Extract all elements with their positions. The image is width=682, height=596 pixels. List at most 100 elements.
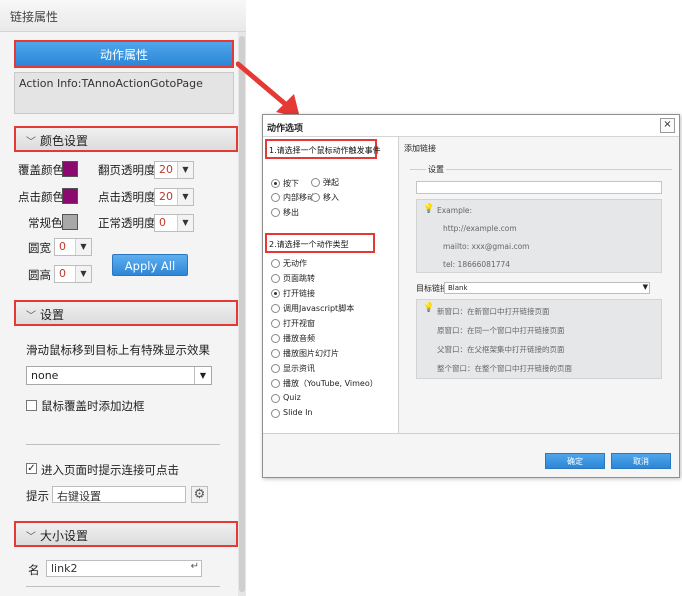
chevron-down-icon[interactable]: ▼ (75, 239, 91, 255)
click-opacity-select[interactable]: 20 ▼ (154, 188, 194, 206)
click-opacity-value: 20 (159, 190, 173, 203)
action-radio-javascript[interactable] (271, 304, 280, 313)
action-label: Slide In (283, 408, 313, 417)
hint-label: 提示 (26, 489, 49, 503)
color-section-header[interactable]: ﹀ 颜色设置 (14, 126, 238, 152)
name-input[interactable]: link2 ↵ (46, 560, 202, 577)
chevron-down-icon[interactable]: ▼ (177, 162, 193, 178)
normal-color-swatch[interactable] (62, 214, 78, 230)
radius-height-value: 0 (59, 267, 66, 280)
hover-effect-select[interactable]: none ▼ (26, 366, 212, 385)
fieldset-label: 设置 (426, 164, 446, 175)
panel-title: 链接属性 (0, 0, 246, 32)
chevron-down-icon[interactable]: ▼ (194, 367, 211, 384)
divider (26, 444, 220, 445)
trigger-label-press: 按下 (283, 179, 299, 188)
action-radio-goto-page[interactable] (271, 274, 280, 283)
action-radio-slideshow[interactable] (271, 349, 280, 358)
hint-input[interactable]: 右键设置 (52, 486, 186, 503)
chevron-down-icon[interactable]: ▼ (177, 189, 193, 205)
radius-height-select[interactable]: 0 ▼ (54, 265, 92, 283)
border-on-hover-label: 鼠标覆盖时添加边框 (41, 399, 145, 413)
action-radio-slide-in[interactable] (271, 409, 280, 418)
gear-icon[interactable]: ⚙ (191, 486, 208, 503)
target-description: 父窗口：在父框架集中打开链接的页面 (437, 345, 565, 354)
border-on-hover-checkbox[interactable] (26, 400, 37, 411)
trigger-label-enter: 移入 (323, 193, 339, 202)
normal-opacity-label: 正常透明度 (98, 216, 156, 230)
target-link-value: Blank (448, 284, 468, 292)
name-value: link2 (51, 562, 78, 575)
show-clickable-label: 进入页面时提示连接可点击 (41, 463, 179, 477)
action-info: Action Info:TAnnoActionGotoPage (14, 72, 234, 114)
trigger-label-release: 弹起 (323, 178, 339, 187)
action-label: 显示资讯 (283, 364, 315, 373)
color-section-title: 颜色设置 (40, 134, 89, 148)
normal-opacity-select[interactable]: 0 ▼ (154, 214, 194, 232)
action-label: 无动作 (283, 259, 307, 268)
enter-icon: ↵ (190, 561, 199, 572)
action-label: 播放（YouTube, Vimeo） (283, 379, 378, 388)
click-opacity-label: 点击透明度 (98, 190, 156, 204)
dialog-right-pane: 添加链接 设置 💡 Example: http://example.com ma… (400, 137, 679, 433)
trigger-heading: 1.请选择一个鼠标动作触发事件 (265, 139, 381, 159)
chevron-down-icon[interactable]: ▼ (643, 283, 648, 291)
trigger-radio-release[interactable] (311, 178, 320, 187)
target-description: 原窗口：在同一个窗口中打开链接页面 (437, 326, 565, 335)
dialog-footer: 确定 取消 (263, 433, 679, 477)
action-radio-audio[interactable] (271, 334, 280, 343)
trigger-radio-move-inside[interactable] (271, 193, 280, 202)
example-item: tel: 18666081774 (443, 260, 511, 269)
action-radio-none[interactable] (271, 259, 280, 268)
show-clickable-checkbox[interactable]: ✓ (26, 463, 37, 474)
hover-effect-label: 滑动鼠标移到目标上有特殊显示效果 (26, 343, 210, 357)
example-label: Example: (437, 206, 473, 215)
close-icon[interactable]: × (660, 118, 675, 133)
name-label: 名 (28, 563, 40, 577)
target-description: 新窗口：在新窗口中打开链接页面 (437, 307, 550, 316)
trigger-label-leave: 移出 (283, 208, 299, 217)
action-radio-info[interactable] (271, 364, 280, 373)
chevron-down-icon: ﹀ (26, 311, 36, 322)
trigger-radio-enter[interactable] (311, 193, 320, 202)
radius-width-label: 圆宽 (28, 241, 51, 255)
normal-color-label: 常规色 (28, 216, 63, 230)
action-radio-open-window[interactable] (271, 319, 280, 328)
radius-width-select[interactable]: 0 ▼ (54, 238, 92, 256)
action-label: 播放图片幻灯片 (283, 349, 339, 358)
dialog-title: 动作选项 (263, 115, 679, 137)
size-section-header[interactable]: ﹀ 大小设置 (14, 521, 238, 547)
action-label: 打开链接 (283, 289, 315, 298)
action-label: 调用Javascript脚本 (283, 304, 355, 313)
example-item: mailto: xxx@gmai.com (443, 242, 530, 251)
radius-width-value: 0 (59, 240, 66, 253)
settings-section-header[interactable]: ﹀ 设置 (14, 300, 238, 326)
flip-opacity-label: 翻页透明度 (98, 163, 156, 177)
lightbulb-icon: 💡 (423, 204, 435, 214)
flip-opacity-select[interactable]: 20 ▼ (154, 161, 194, 179)
link-properties-panel: 链接属性 动作属性 Action Info:TAnnoActionGotoPag… (0, 0, 246, 596)
chevron-down-icon: ﹀ (26, 532, 36, 543)
action-options-dialog: 动作选项 × 1.请选择一个鼠标动作触发事件 按下 弹起 内部移动 移入 移出 … (262, 114, 680, 478)
chevron-down-icon[interactable]: ▼ (177, 215, 193, 231)
click-color-swatch[interactable] (62, 188, 78, 204)
action-label: 页面跳转 (283, 274, 315, 283)
action-label: Quiz (283, 393, 301, 402)
trigger-radio-press[interactable] (271, 179, 280, 188)
target-description: 整个窗口：在整个窗口中打开链接的页面 (437, 364, 572, 373)
action-radio-open-link[interactable] (271, 289, 280, 298)
trigger-radio-leave[interactable] (271, 208, 280, 217)
overlay-color-swatch[interactable] (62, 161, 78, 177)
action-properties-button[interactable]: 动作属性 (14, 40, 234, 68)
chevron-down-icon[interactable]: ▼ (75, 266, 91, 282)
target-link-select[interactable]: Blank ▼ (444, 282, 650, 294)
action-radio-quiz[interactable] (271, 394, 280, 403)
action-type-heading: 2.请选择一个动作类型 (265, 233, 375, 253)
cancel-button[interactable]: 取消 (611, 453, 671, 469)
apply-all-button[interactable]: Apply All (112, 254, 188, 276)
url-input[interactable] (416, 181, 662, 194)
size-section-title: 大小设置 (40, 529, 89, 543)
action-radio-video[interactable] (271, 379, 280, 388)
ok-button[interactable]: 确定 (545, 453, 605, 469)
flip-opacity-value: 20 (159, 163, 173, 176)
